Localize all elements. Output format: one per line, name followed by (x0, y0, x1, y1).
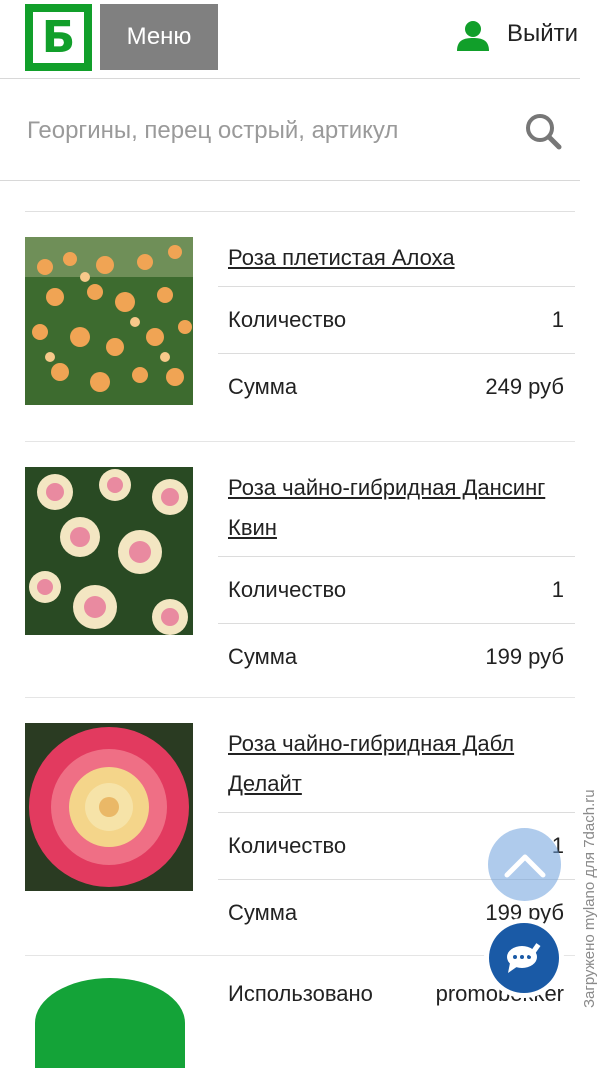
menu-button[interactable]: Меню (100, 4, 218, 70)
product-title-link[interactable]: Роза чайно-гибридная Дансинг Квин (218, 464, 575, 558)
product-title-link[interactable]: Роза плетистая Алоха (218, 234, 575, 286)
logo-letter: Б (41, 11, 76, 63)
sum-row: Сумма 249 руб (218, 353, 575, 420)
divider (25, 697, 575, 698)
divider (25, 211, 575, 212)
search-input[interactable] (25, 116, 509, 146)
user-icon[interactable] (456, 20, 490, 52)
product-image-dancing-queen-rose[interactable] (25, 467, 193, 635)
product-title-link[interactable]: Роза чайно-гибридная Дабл Делайт (218, 720, 575, 814)
chat-button[interactable] (484, 918, 564, 998)
sum-label: Сумма (228, 374, 298, 399)
header: Б Меню Выйти (0, 0, 580, 79)
product-image-double-delight-rose[interactable] (25, 723, 193, 891)
scroll-to-top-button[interactable] (488, 828, 561, 901)
search-bar (0, 82, 580, 181)
watermark-text: Загружено mylano для 7dach.ru (581, 789, 598, 1008)
sum-value: 249 руб (485, 374, 564, 399)
chevron-up-icon (504, 854, 545, 877)
quantity-label: Количество (228, 307, 347, 332)
quantity-value: 1 (551, 307, 564, 332)
sum-label: Сумма (228, 900, 298, 925)
quantity-value: 1 (551, 577, 564, 602)
logout-link[interactable]: Выйти (507, 20, 578, 48)
quantity-row: Количество 1 (218, 556, 575, 623)
sum-value: 199 руб (485, 644, 564, 669)
logo[interactable]: Б (25, 4, 92, 71)
quantity-label: Количество (228, 833, 347, 858)
sum-row: Сумма 199 руб (218, 623, 575, 690)
divider (25, 441, 575, 442)
quantity-label: Количество (228, 577, 347, 602)
product-image-climbing-rose[interactable] (25, 237, 193, 405)
promo-badge (35, 978, 185, 1068)
search-icon[interactable] (524, 112, 562, 150)
promo-label: Использовано (228, 981, 373, 1006)
sum-label: Сумма (228, 644, 298, 669)
chat-icon (507, 943, 541, 973)
quantity-row: Количество 1 (218, 286, 575, 353)
watermark: Загружено mylano для 7dach.ru (581, 789, 598, 1008)
